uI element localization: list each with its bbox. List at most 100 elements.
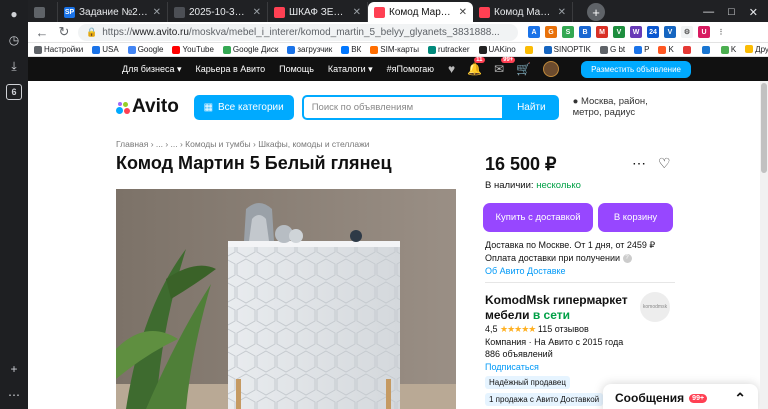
buy-with-delivery-button[interactable]: Купить с доставкой xyxy=(483,203,593,232)
tab-active[interactable]: Комод Мартин 5 Белый ✕ xyxy=(368,2,473,22)
product-photo[interactable] xyxy=(116,189,456,409)
extension-icon[interactable]: S xyxy=(562,26,574,38)
new-tab-button[interactable]: + xyxy=(587,3,605,21)
bookmark-item[interactable]: Google Диск xyxy=(222,45,278,54)
extension-icon[interactable]: W xyxy=(630,26,642,38)
tab-close-icon[interactable]: ✕ xyxy=(558,7,566,18)
top-link[interactable]: Карьера в Авито xyxy=(196,64,266,75)
bookmark-item[interactable]: K xyxy=(720,45,736,54)
minimize-icon[interactable]: — xyxy=(703,6,714,18)
extension-icon[interactable]: V xyxy=(613,26,625,38)
subscribe-link[interactable]: Подписаться xyxy=(485,361,623,374)
counter-badge-icon[interactable]: 6 xyxy=(6,84,22,100)
bookmark-favicon-icon xyxy=(524,45,533,54)
messages-icon[interactable]: ✉ 99+ xyxy=(494,57,516,76)
tab-close-icon[interactable]: ✕ xyxy=(253,7,261,18)
extensions-bar: A G S B M V W 24 V ⚙ U ⋮ xyxy=(528,26,727,38)
bookmark-favicon-icon xyxy=(634,45,643,54)
bookmark-item[interactable] xyxy=(701,45,712,54)
add-panel-icon[interactable]: + xyxy=(6,361,22,377)
other-bookmarks[interactable]: Другие закладки xyxy=(745,45,768,54)
extension-icon[interactable]: 24 xyxy=(647,26,659,38)
tab[interactable]: SP Задание №2674694 - про ✕ xyxy=(58,2,168,22)
more-options-icon[interactable]: ⋯ xyxy=(632,155,646,172)
help-icon[interactable]: ? xyxy=(622,254,632,264)
tab-close-icon[interactable]: ✕ xyxy=(353,7,361,18)
top-link[interactable]: Помощь xyxy=(279,64,314,75)
tab[interactable] xyxy=(28,2,58,22)
search-input[interactable]: Поиск по объявлениям xyxy=(301,94,505,120)
reviews-count[interactable]: 115 отзывов xyxy=(538,324,589,334)
bookmark-item[interactable]: YouTube xyxy=(172,45,214,54)
url-field[interactable]: 🔒 https://www.avito.ru/moskva/mebel_i_in… xyxy=(78,23,518,41)
extension-icon[interactable]: A xyxy=(528,26,540,38)
bookmark-item[interactable]: Настройки xyxy=(34,45,83,54)
tab[interactable]: Комод Мартин 5 Акваль ✕ xyxy=(473,2,573,22)
back-icon[interactable]: ← xyxy=(34,25,50,40)
delivery-link[interactable]: Об Авито Доставке xyxy=(485,265,655,278)
bookmark-favicon-icon xyxy=(478,45,487,54)
bookmark-item[interactable]: K xyxy=(658,45,674,54)
bookmark-item[interactable]: SINOPTIK xyxy=(543,45,591,54)
top-link[interactable]: Каталоги ▾ xyxy=(328,64,373,75)
close-window-icon[interactable]: ✕ xyxy=(749,6,758,19)
lock-icon: 🔒 xyxy=(86,26,98,37)
url-path: /moskva/mebel_i_interer/komod_martin_5_b… xyxy=(188,26,500,38)
favorite-heart-icon[interactable]: ♡ xyxy=(658,155,671,172)
stock-status: В наличии: несколько xyxy=(485,180,581,191)
bookmark-item[interactable] xyxy=(682,45,693,54)
place-ad-button[interactable]: Разместить объявление xyxy=(581,60,691,78)
maximize-icon[interactable]: □ xyxy=(728,6,735,18)
bookmark-item[interactable]: загрузчик xyxy=(287,45,332,54)
bookmark-item[interactable]: Google xyxy=(127,45,163,54)
extension-icon[interactable]: M xyxy=(596,26,608,38)
categories-button[interactable]: ▦ Все категории xyxy=(193,94,294,120)
search-button[interactable]: Найти xyxy=(504,94,559,120)
cart-icon[interactable]: 🛒 xyxy=(516,62,531,76)
tab-favicon-icon: SP xyxy=(64,6,75,18)
more-icon[interactable]: ⋯ xyxy=(6,387,22,403)
top-link[interactable]: #яПомогаю xyxy=(387,64,434,75)
tab[interactable]: 2025-10-30-13-00-54 hom ✕ xyxy=(168,2,268,22)
page-scrollbar[interactable] xyxy=(760,81,768,409)
messages-widget[interactable]: Сообщения 99+ ⌃ xyxy=(603,384,758,409)
tab-favicon-icon xyxy=(34,6,45,18)
messages-count-badge: 99+ xyxy=(689,393,708,403)
favorites-heart-icon[interactable]: ♥ xyxy=(448,62,455,76)
user-avatar[interactable] xyxy=(543,61,560,77)
breadcrumb[interactable]: Главная › ... › ... › Комоды и тумбы › Ш… xyxy=(116,139,370,149)
bookmark-item[interactable]: USA xyxy=(92,45,119,54)
delivery-info: Доставка по Москве. От 1 дня, от 2459 ₽ … xyxy=(485,240,656,278)
seller-name[interactable]: KomodMsk гипермаркет мебели в сети xyxy=(485,293,635,323)
extension-icon[interactable]: V xyxy=(664,26,676,38)
location-selector[interactable]: ● Москва, район, метро, радиус xyxy=(573,96,676,119)
browser-window: { "browser":{ "tabs":[ {"label":"","fav"… xyxy=(0,0,768,409)
extension-icon[interactable]: B xyxy=(579,26,591,38)
history-icon[interactable]: ◷ xyxy=(6,32,22,48)
tab-close-icon[interactable]: ✕ xyxy=(459,7,467,18)
avito-logo[interactable]: Avito xyxy=(116,96,186,118)
tab-close-icon[interactable]: ✕ xyxy=(153,7,161,18)
bookmark-label: UAKino xyxy=(488,45,516,54)
bookmark-item[interactable]: ВК xyxy=(341,45,361,54)
notifications-bell-icon[interactable]: 🔔 11 xyxy=(467,57,485,76)
menu-dots-icon[interactable]: ⋮ xyxy=(715,26,727,38)
bookmark-label: Настройки xyxy=(44,45,84,54)
tab[interactable]: ШКАФ ЗЕЛЕНЫЙ - Купить ✕ xyxy=(268,2,368,22)
bookmark-item[interactable]: SIM-карты xyxy=(370,45,419,54)
bookmark-item[interactable]: UAKino xyxy=(478,45,516,54)
bookmark-item[interactable]: G bt xyxy=(600,45,625,54)
add-to-cart-button[interactable]: В корзину xyxy=(598,203,673,232)
profile-avatar-icon[interactable]: U xyxy=(698,26,710,38)
seller-logo[interactable]: komodmsk xyxy=(640,292,670,322)
downloads-icon[interactable]: ⤓ xyxy=(6,58,22,74)
profile-icon[interactable]: ● xyxy=(6,6,22,22)
extension-icon[interactable]: G xyxy=(545,26,557,38)
puzzle-icon[interactable]: ⚙ xyxy=(681,26,693,38)
bookmark-item[interactable]: rutracker xyxy=(427,45,470,54)
top-link[interactable]: Для бизнеса ▾ xyxy=(122,64,182,75)
reload-icon[interactable]: ↻ xyxy=(56,24,72,40)
bookmark-item[interactable] xyxy=(524,45,535,54)
chevron-up-icon[interactable]: ⌃ xyxy=(734,390,746,407)
bookmark-item[interactable]: P xyxy=(634,45,649,54)
